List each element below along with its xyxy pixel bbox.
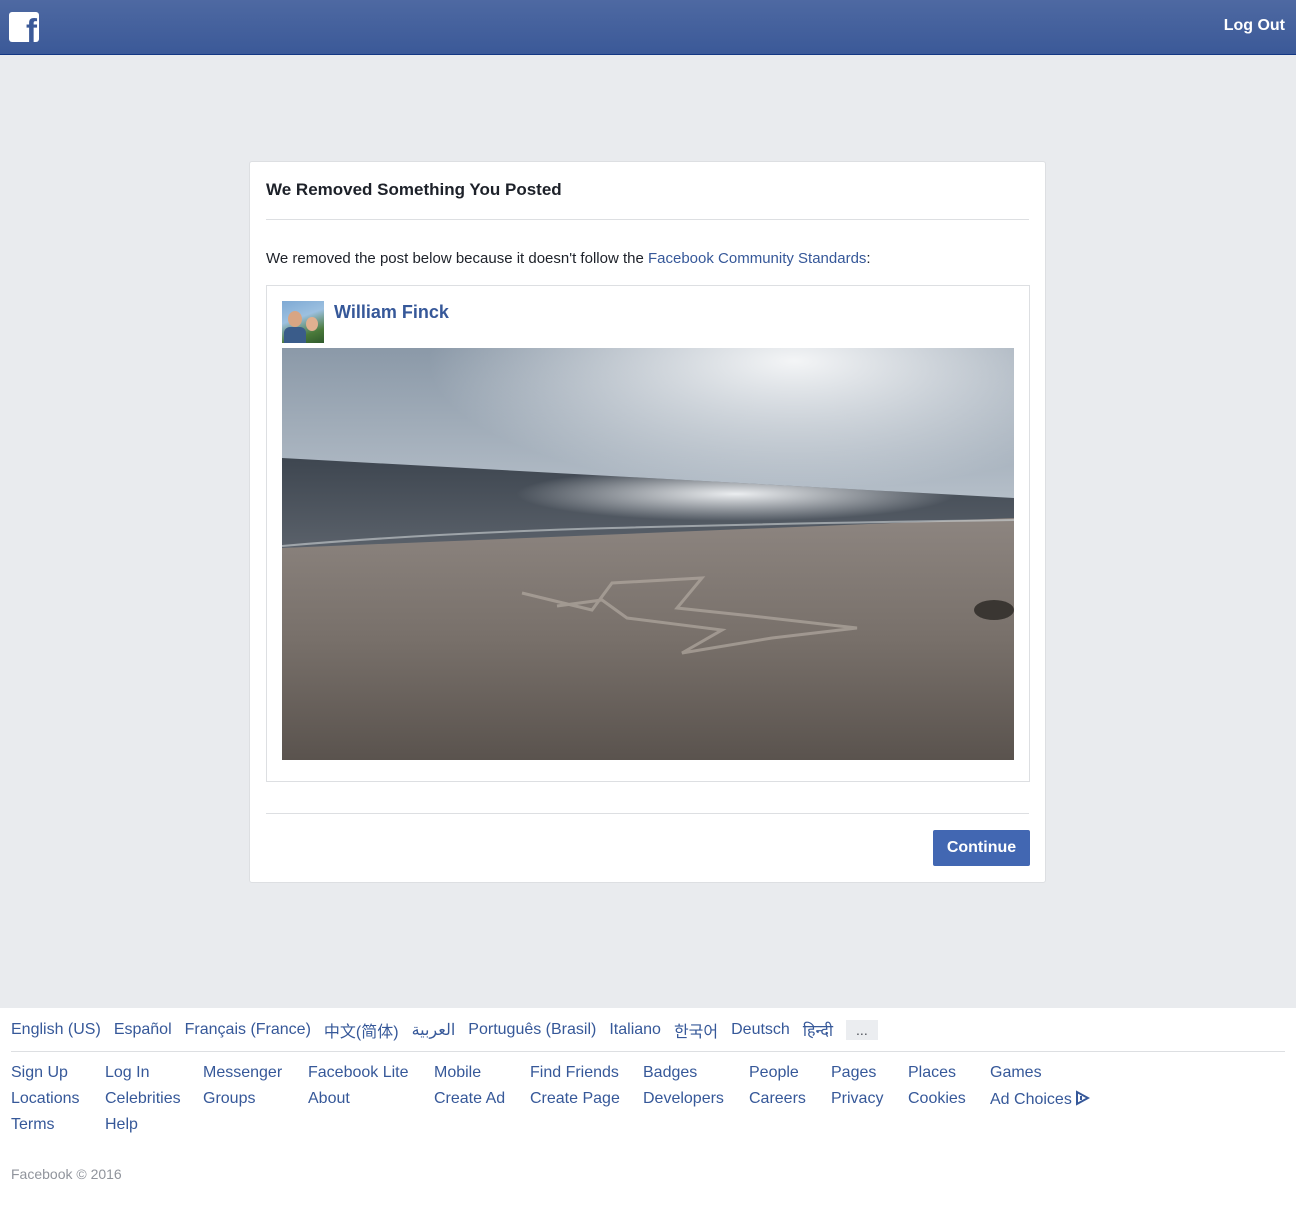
- footer-link-find-friends[interactable]: Find Friends: [530, 1064, 619, 1082]
- footer-link-create-ad[interactable]: Create Ad: [434, 1090, 505, 1108]
- footer-link-locations[interactable]: Locations: [11, 1090, 80, 1108]
- post-author-name[interactable]: William Finck: [334, 302, 449, 323]
- footer-link-people[interactable]: People: [749, 1064, 799, 1082]
- dialog-footer-divider: [266, 813, 1029, 814]
- dialog-message: We removed the post below because it doe…: [266, 250, 871, 267]
- dialog-title: We Removed Something You Posted: [266, 180, 562, 199]
- removed-post: William Finck: [266, 285, 1030, 782]
- footer-link-terms[interactable]: Terms: [11, 1116, 55, 1134]
- footer-divider: [11, 1051, 1285, 1052]
- facebook-logo-letter: f: [26, 12, 37, 42]
- dialog-divider: [266, 219, 1029, 220]
- footer-link-pages[interactable]: Pages: [831, 1064, 876, 1082]
- footer-link-ad-choices[interactable]: Ad Choices: [990, 1090, 1090, 1109]
- more-languages-button[interactable]: ...: [846, 1020, 878, 1040]
- footer-link-games[interactable]: Games: [990, 1064, 1042, 1082]
- language-selector: English (US) Español Français (France) 中…: [11, 1018, 878, 1042]
- language-espanol[interactable]: Español: [114, 1021, 172, 1039]
- language-arabic[interactable]: العربية: [412, 1020, 456, 1040]
- footer-link-groups[interactable]: Groups: [203, 1090, 255, 1108]
- footer-link-careers[interactable]: Careers: [749, 1090, 806, 1108]
- language-english-us[interactable]: English (US): [11, 1021, 101, 1039]
- language-deutsch[interactable]: Deutsch: [731, 1021, 790, 1039]
- top-bar: f Log Out: [0, 0, 1296, 55]
- ad-choices-label: Ad Choices: [990, 1091, 1072, 1108]
- page-footer: English (US) Español Français (France) 中…: [0, 1008, 1296, 1211]
- language-francais[interactable]: Français (France): [185, 1021, 311, 1039]
- community-standards-link[interactable]: Facebook Community Standards: [648, 250, 866, 267]
- language-hindi[interactable]: हिन्दी: [803, 1019, 833, 1041]
- message-prefix: We removed the post below because it doe…: [266, 250, 648, 267]
- facebook-logo-icon[interactable]: f: [9, 12, 39, 42]
- footer-link-messenger[interactable]: Messenger: [203, 1064, 282, 1082]
- footer-link-cookies[interactable]: Cookies: [908, 1090, 966, 1108]
- footer-link-badges[interactable]: Badges: [643, 1064, 697, 1082]
- footer-link-places[interactable]: Places: [908, 1064, 956, 1082]
- footer-link-log-in[interactable]: Log In: [105, 1064, 149, 1082]
- footer-link-mobile[interactable]: Mobile: [434, 1064, 481, 1082]
- language-portugues[interactable]: Português (Brasil): [468, 1021, 596, 1039]
- footer-link-celebrities[interactable]: Celebrities: [105, 1090, 181, 1108]
- language-korean[interactable]: 한국어: [674, 1018, 718, 1042]
- footer-link-facebook-lite[interactable]: Facebook Lite: [308, 1064, 409, 1082]
- removed-post-dialog: We Removed Something You Posted We remov…: [249, 161, 1046, 883]
- footer-link-sign-up[interactable]: Sign Up: [11, 1064, 68, 1082]
- continue-button[interactable]: Continue: [933, 830, 1030, 866]
- ad-choices-icon: [1075, 1090, 1090, 1106]
- language-chinese[interactable]: 中文(简体): [324, 1018, 399, 1042]
- copyright-text: Facebook © 2016: [11, 1166, 122, 1182]
- message-suffix: :: [866, 250, 871, 267]
- language-italiano[interactable]: Italiano: [609, 1021, 661, 1039]
- log-out-button[interactable]: Log Out: [1224, 17, 1285, 35]
- footer-link-about[interactable]: About: [308, 1090, 350, 1108]
- footer-link-privacy[interactable]: Privacy: [831, 1090, 883, 1108]
- post-photo: [282, 348, 1014, 760]
- footer-link-create-page[interactable]: Create Page: [530, 1090, 620, 1108]
- beach-photo-image: [282, 348, 1014, 760]
- footer-link-developers[interactable]: Developers: [643, 1090, 724, 1108]
- author-avatar[interactable]: [282, 301, 324, 343]
- footer-link-help[interactable]: Help: [105, 1116, 138, 1134]
